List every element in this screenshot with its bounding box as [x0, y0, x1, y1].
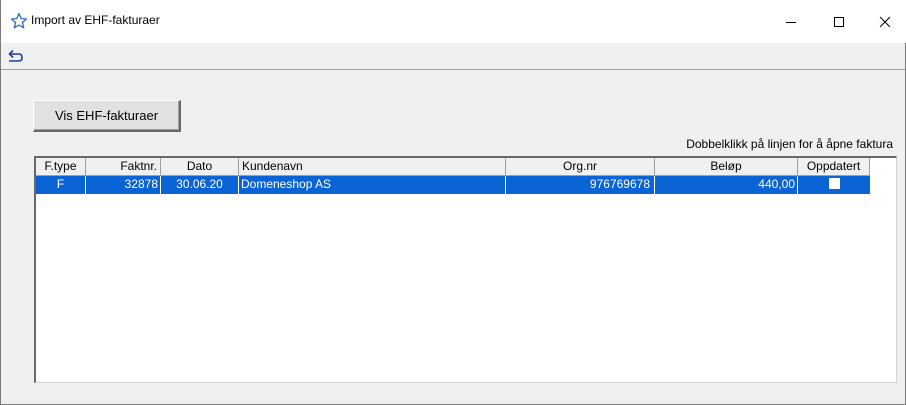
window-title: Import av EHF-fakturaer	[31, 13, 160, 27]
cell-ftype: F	[36, 176, 86, 194]
table-row[interactable]: F 32878 30.06.20 Domeneshop AS 976769678…	[36, 176, 870, 194]
show-ehf-invoices-button[interactable]: Vis EHF-fakturaer	[33, 100, 181, 132]
cell-kundenavn: Domeneshop AS	[239, 176, 506, 194]
cell-faktnr: 32878	[86, 176, 161, 194]
column-header-ftype[interactable]: F.type	[36, 158, 86, 176]
return-arrow-icon	[8, 49, 23, 62]
close-button[interactable]	[862, 0, 906, 43]
close-icon	[879, 16, 891, 27]
column-header-kundenavn[interactable]: Kundenavn	[239, 158, 506, 176]
cell-orgnr: 976769678	[506, 176, 655, 194]
minimize-icon	[786, 21, 796, 23]
toolbar	[1, 43, 905, 70]
minimize-button[interactable]	[768, 0, 814, 43]
column-header-orgnr[interactable]: Org.nr	[506, 158, 655, 176]
oppdatert-checkbox[interactable]	[828, 178, 840, 190]
column-header-oppdatert[interactable]: Oppdatert	[798, 158, 870, 176]
star-icon	[10, 12, 28, 30]
maximize-button[interactable]	[816, 0, 862, 43]
cell-oppdatert[interactable]	[798, 176, 870, 194]
column-header-faktnr[interactable]: Faktnr.	[86, 158, 161, 176]
title-bar[interactable]: Import av EHF-fakturaer	[1, 0, 906, 43]
back-button[interactable]	[4, 47, 26, 67]
cell-dato: 30.06.20	[161, 176, 239, 194]
hint-text: Dobbelklikk på linjen for å åpne faktura	[686, 137, 893, 151]
app-window: Import av EHF-fakturaer Vis EHF-fakturae…	[0, 0, 906, 405]
cell-belop: 440,00	[655, 176, 798, 194]
column-header-dato[interactable]: Dato	[161, 158, 239, 176]
column-header-belop[interactable]: Beløp	[655, 158, 798, 176]
maximize-icon	[834, 16, 844, 27]
invoice-grid[interactable]: F.type Faktnr. Dato Kundenavn Org.nr Bel…	[34, 156, 897, 383]
